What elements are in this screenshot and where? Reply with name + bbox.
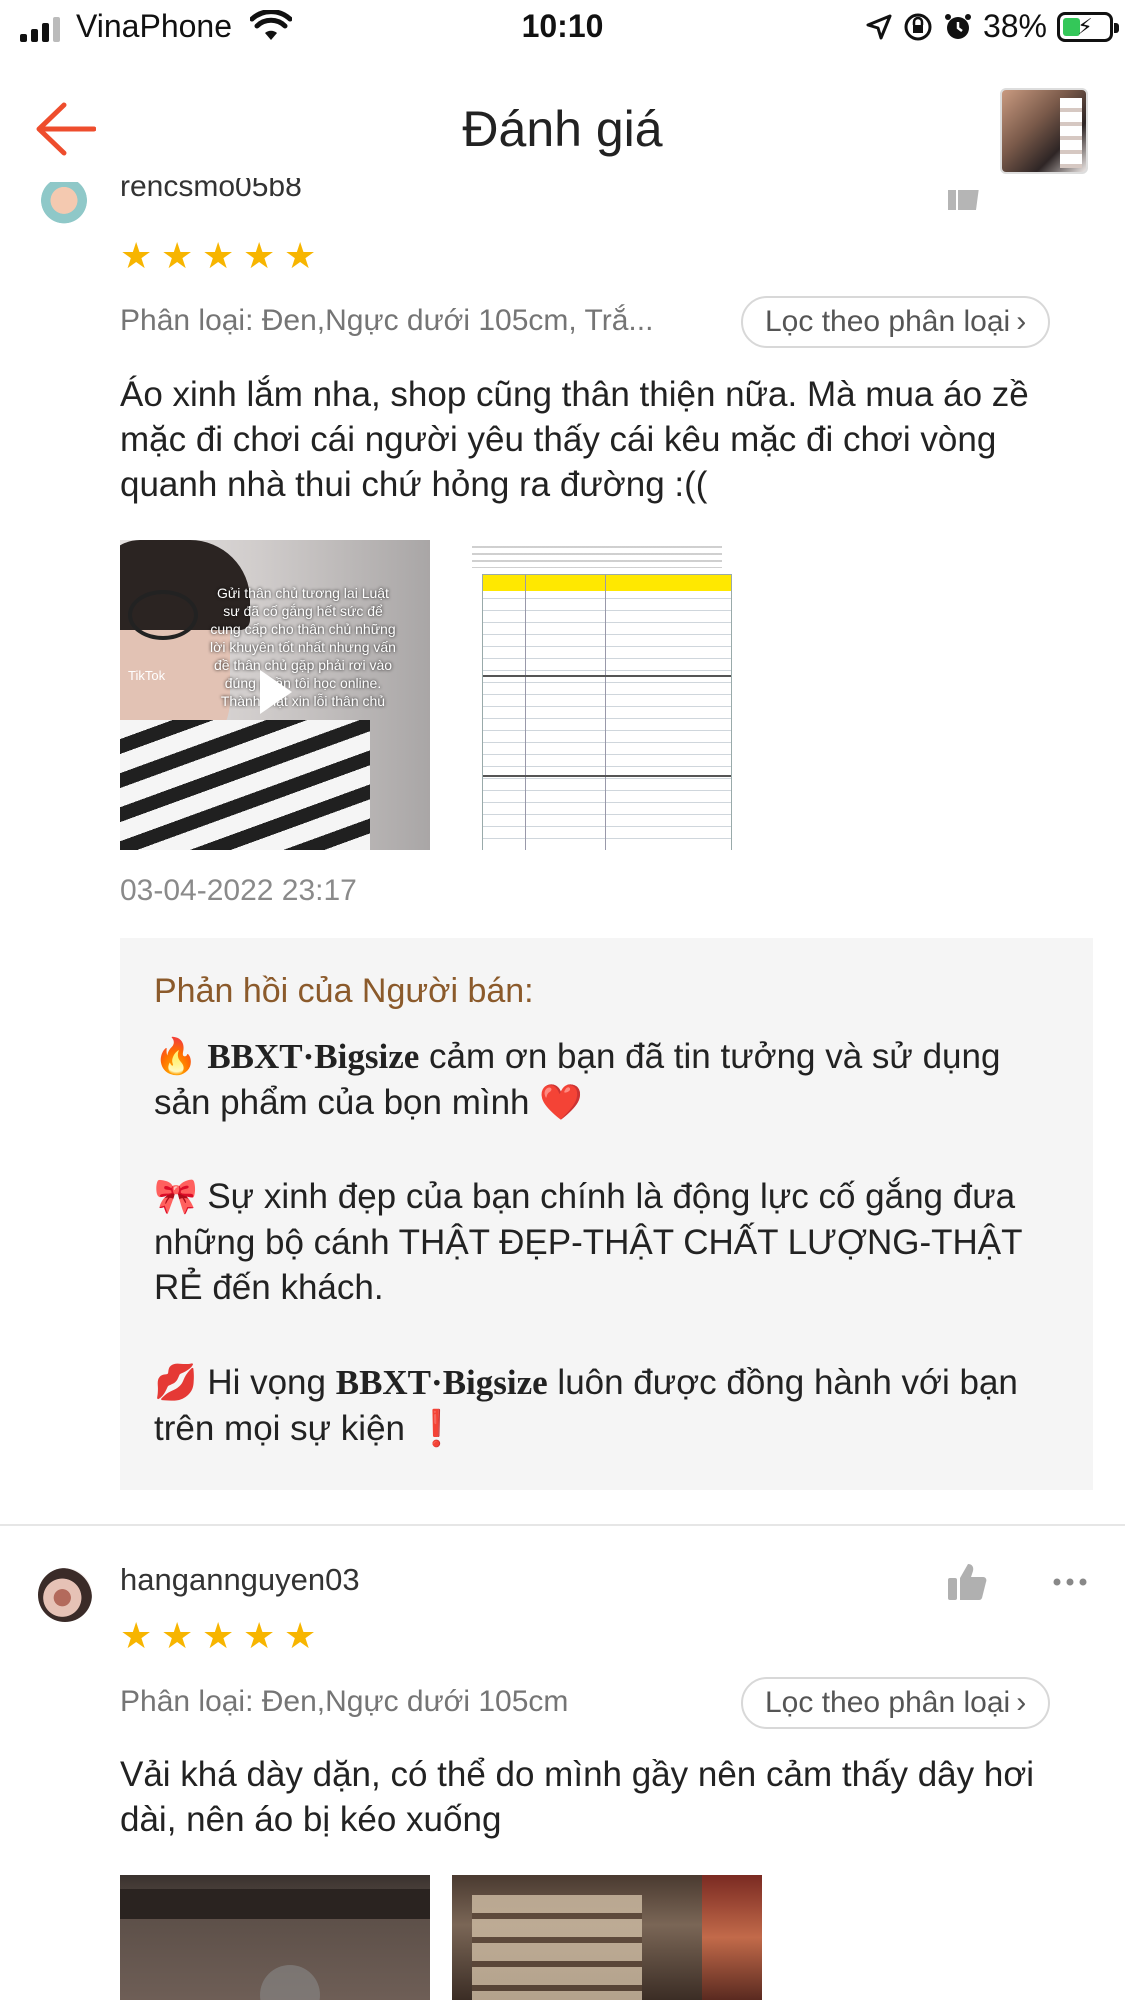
seller-reply: Phản hồi của Người bán: 🔥 BBXT·Bigsize c… (120, 938, 1093, 1490)
chevron-right-icon: › (1016, 1686, 1027, 1719)
tiktok-watermark: TikTok (128, 668, 166, 683)
seller-reply-paragraph-1: 🔥 BBXT·Bigsize cảm ơn bạn đã tin tưởng v… (154, 1034, 1044, 1126)
star-icon: ★ (202, 235, 235, 276)
filter-button-label: Lọc theo phân loại (765, 305, 1011, 338)
star-icon: ★ (120, 1615, 153, 1656)
review-image[interactable] (452, 540, 762, 850)
battery-charging-icon: ⚡ (1057, 11, 1119, 42)
status-right-icons: 38% ⚡ (865, 8, 1119, 45)
location-icon (866, 14, 892, 39)
exclamation-icon: ❗ (414, 1409, 459, 1449)
thumbs-up-icon[interactable] (946, 190, 984, 220)
username[interactable]: rencsmo05b8 (120, 178, 302, 202)
variant-label: Phân loại: Đen,Ngực dưới 105cm (120, 1685, 569, 1718)
battery-percent: 38% (982, 8, 1047, 44)
chevron-right-icon: › (1016, 305, 1027, 338)
username[interactable]: hangannguyen03 (120, 1562, 360, 1598)
star-icon: ★ (202, 1615, 235, 1656)
star-icon: ★ (284, 1615, 317, 1656)
seller-reply-paragraph-3: 💋 Hi vọng BBXT·Bigsize luôn được đồng hà… (154, 1360, 1044, 1452)
filter-by-variant-button[interactable]: Lọc theo phân loại › (741, 296, 1051, 348)
review-comment: Vải khá dày dặn, có thể do mình gầy nên … (120, 1755, 1035, 1839)
review-timestamp: 03-04-2022 23:17 (120, 874, 357, 907)
review-image[interactable] (120, 1875, 430, 2000)
filter-button-label: Lọc theo phân loại (765, 1686, 1011, 1719)
avatar[interactable] (38, 182, 90, 228)
star-rating: ★ ★ ★ ★ ★ (120, 1615, 317, 1656)
ribbon-icon: 🎀 (154, 1177, 198, 1217)
heart-icon: ❤️ (539, 1083, 583, 1123)
thumbs-up-icon[interactable] (946, 1562, 988, 1602)
product-thumbnail[interactable] (1000, 88, 1088, 174)
avatar[interactable] (38, 1568, 92, 1622)
review-image[interactable] (452, 1875, 762, 2000)
brand-name: BBXT·Bigsize (335, 1363, 548, 1402)
brand-name: BBXT·Bigsize (207, 1037, 420, 1076)
kiss-icon: 💋 (154, 1363, 198, 1403)
orientation-lock-icon (904, 13, 932, 40)
page-title: Đánh giá (462, 101, 663, 157)
star-icon: ★ (120, 235, 153, 276)
review-video[interactable]: Gửi thân chủ tương lai Luật sư đã cố gắn… (120, 540, 430, 850)
star-icon: ★ (161, 235, 194, 276)
status-bar: VinaPhone 10:10 38% ⚡ (0, 0, 1125, 58)
seller-reply-title: Phản hồi của Người bán: (154, 972, 534, 1010)
review-divider (0, 1524, 1125, 1526)
reply-text: Hi vọng (197, 1363, 336, 1402)
reply-text: Sự xinh đẹp của bạn chính là động lực cố… (154, 1177, 1022, 1307)
star-icon: ★ (284, 235, 317, 276)
play-icon (260, 670, 292, 714)
alarm-icon (944, 13, 971, 39)
variant-label: Phân loại: Đen,Ngực dưới 105cm, Trắ... (120, 304, 654, 337)
filter-by-variant-button[interactable]: Lọc theo phân loại › (741, 1677, 1051, 1729)
fire-icon: 🔥 (154, 1037, 198, 1077)
star-icon: ★ (161, 1615, 194, 1656)
more-options-icon[interactable] (1052, 1574, 1088, 1590)
star-icon: ★ (243, 1615, 276, 1656)
video-caption: Gửi thân chủ tương lai Luật sư đã cố gắn… (210, 585, 396, 709)
star-rating: ★ ★ ★ ★ ★ (120, 235, 317, 276)
star-icon: ★ (243, 235, 276, 276)
seller-reply-paragraph-2: 🎀 Sự xinh đẹp của bạn chính là động lực … (154, 1174, 1044, 1310)
review-comment: Áo xinh lắm nha, shop cũng thân thiện nữ… (120, 375, 1029, 504)
